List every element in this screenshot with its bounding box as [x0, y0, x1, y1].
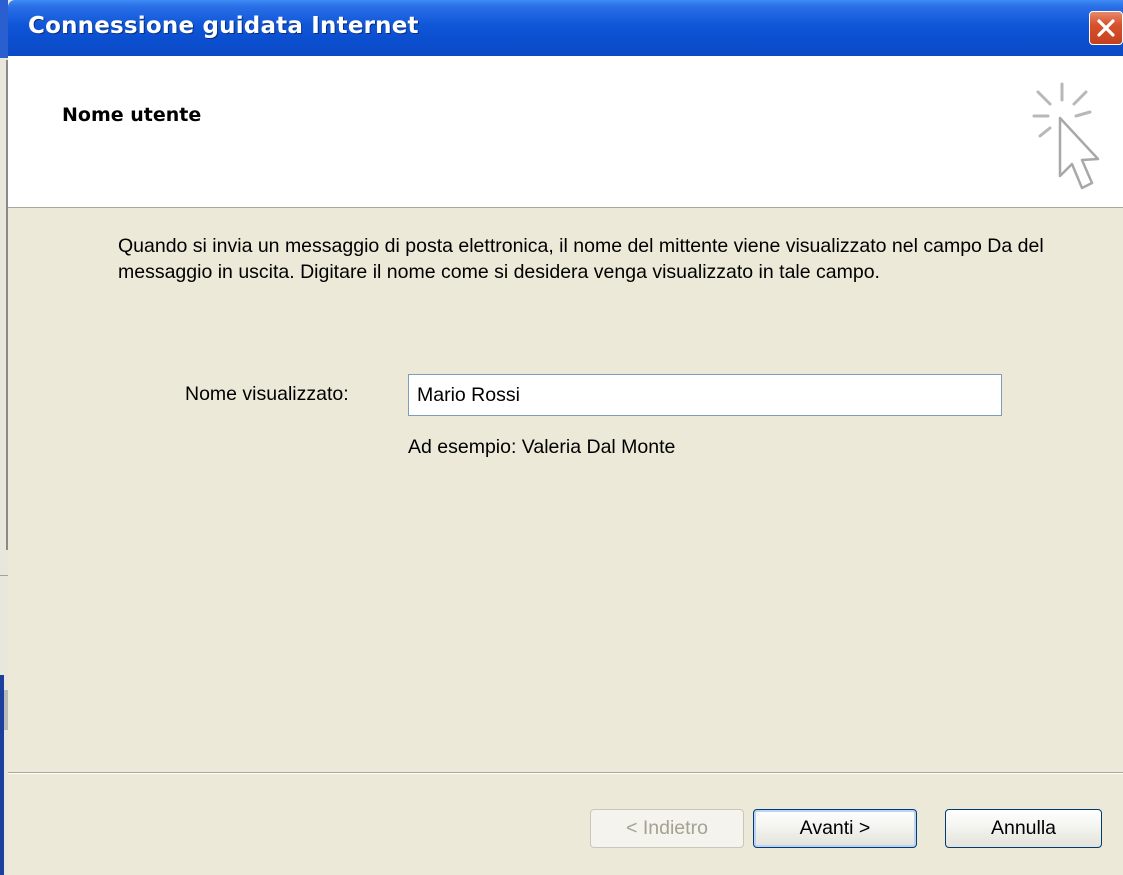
wizard-header: Nome utente: [8, 56, 1123, 208]
screen: Connessione guidata Internet Nome utente: [0, 0, 1123, 875]
wizard-dialog: Connessione guidata Internet Nome utente: [8, 0, 1123, 875]
cancel-button[interactable]: Annulla: [945, 809, 1102, 848]
display-name-label: Nome visualizzato:: [185, 383, 349, 405]
page-title: Nome utente: [62, 104, 202, 126]
title-bar[interactable]: Connessione guidata Internet: [8, 0, 1123, 56]
display-name-input[interactable]: [408, 374, 1002, 416]
wizard-cursor-sparkle-icon: [1032, 82, 1100, 190]
button-separator: [8, 772, 1123, 774]
next-button[interactable]: Avanti >: [753, 809, 917, 848]
window-title: Connessione guidata Internet: [28, 13, 419, 39]
example-hint: Ad esempio: Valeria Dal Monte: [408, 436, 676, 458]
close-icon: [1097, 19, 1115, 37]
close-button[interactable]: [1089, 11, 1123, 45]
wizard-body: Quando si invia un messaggio di posta el…: [8, 208, 1123, 770]
description-text: Quando si invia un messaggio di posta el…: [118, 235, 1044, 283]
back-button[interactable]: < Indietro: [590, 809, 744, 848]
